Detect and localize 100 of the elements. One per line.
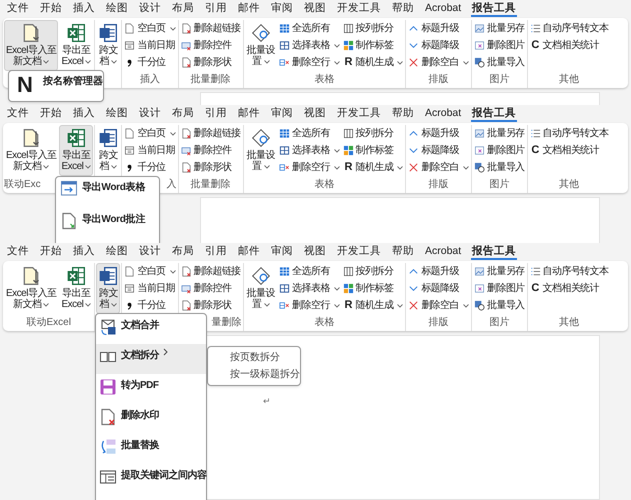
ribbon-button[interactable]: R 随机生成 [342,159,404,176]
ribbon-tab[interactable]: 引用 [204,1,228,17]
ribbon-button[interactable]: 删除空白 [407,297,470,314]
ribbon-button[interactable]: 空白页 [123,263,177,280]
submenu-item[interactable]: 按页数拆分 [208,349,280,366]
ribbon-button[interactable]: 删除形状 [180,159,242,176]
ribbon-button[interactable]: 选择表格 [278,37,341,54]
ribbon-button[interactable]: 制作标签 [342,280,404,297]
menu-item[interactable]: 文档合并 [96,314,206,344]
menu-item[interactable]: N 按名称管理器 [9,71,103,98]
ribbon-button[interactable]: 当前日期 [123,37,177,54]
ribbon-tab[interactable]: 开发工具 [336,244,382,260]
ribbon-tab[interactable]: 引用 [204,106,228,122]
ribbon-button[interactable]: 跨文 档 [96,263,120,314]
ribbon-tab[interactable]: 邮件 [237,106,261,122]
ribbon-button[interactable]: 标题降级 [407,37,470,54]
ribbon-tab[interactable]: 布局 [171,244,195,260]
ribbon-tab[interactable]: 开发工具 [336,106,382,122]
ribbon-button[interactable]: 标题降级 [407,280,470,297]
ribbon-button[interactable]: 批量设 置 [244,20,278,71]
ribbon-tab[interactable]: Acrobat [424,106,462,122]
ribbon-tab[interactable]: 帮助 [391,244,415,260]
ribbon-button[interactable]: 跨文 档 [96,20,120,71]
ribbon-tab[interactable]: 设计 [138,244,162,260]
ribbon-button[interactable]: 跨文 档 [96,125,120,176]
ribbon-tab[interactable]: 邮件 [237,244,261,260]
ribbon-button[interactable]: 标题升级 [407,263,470,280]
ribbon-button[interactable]: 删除形状 [180,54,242,71]
ribbon-button[interactable]: 删除超链接 [180,20,242,37]
ribbon-button[interactable]: 批量导入 [472,159,526,176]
menu-item[interactable]: 批量替换 [96,434,206,464]
ribbon-button[interactable]: 全选所有 [278,263,341,280]
menu-item[interactable]: 文档拆分 [96,344,206,374]
ribbon-button[interactable]: 删除超链接 [180,125,242,142]
ribbon-button[interactable]: 批量另存 [472,20,526,37]
ribbon-button[interactable]: 标题升级 [407,125,470,142]
ribbon-button[interactable]: 批量另存 [472,263,526,280]
ribbon-button[interactable]: Excel导入至 新文档 [4,125,58,176]
ribbon-button[interactable]: 当前日期 [123,142,177,159]
ribbon-tab[interactable]: 开始 [39,1,63,17]
ribbon-tab[interactable]: 开始 [39,106,63,122]
ribbon-button[interactable]: C 文档相关统计 [528,142,610,159]
ribbon-tab[interactable]: 审阅 [270,1,294,17]
ribbon-button[interactable]: R 随机生成 [342,54,404,71]
ribbon-button[interactable]: 批量设 置 [244,125,278,176]
ribbon-tab[interactable]: 布局 [171,1,195,17]
ribbon-button[interactable]: 删除空行 [278,159,341,176]
ribbon-button[interactable]: C 文档相关统计 [528,37,610,54]
ribbon-button[interactable]: 空白页 [123,125,177,142]
ribbon-button[interactable]: 当前日期 [123,280,177,297]
ribbon-button[interactable]: C 文档相关统计 [528,280,610,297]
ribbon-button[interactable]: 删除图片 [472,37,526,54]
ribbon-button[interactable]: 千分位 [123,297,177,314]
ribbon-button[interactable]: 标题降级 [407,142,470,159]
ribbon-button[interactable]: 空白页 [123,20,177,37]
ribbon-tab[interactable]: 引用 [204,244,228,260]
ribbon-button[interactable]: 删除图片 [472,142,526,159]
ribbon-button[interactable]: 全选所有 [278,20,341,37]
ribbon-tab[interactable]: 插入 [72,1,96,17]
ribbon-button[interactable]: 自动序号转文本 [528,125,610,142]
ribbon-button[interactable]: 千分位 [123,159,177,176]
ribbon-button[interactable]: 按列拆分 [342,263,404,280]
ribbon-button[interactable]: 删除控件 [180,280,242,297]
ribbon-button[interactable]: 全选所有 [278,125,341,142]
ribbon-tab[interactable]: 审阅 [270,244,294,260]
ribbon-button[interactable]: 制作标签 [342,142,404,159]
menu-item[interactable]: 导出Word批注 [56,212,159,243]
ribbon-button[interactable]: 导出至 Excel [59,263,94,314]
ribbon-button[interactable]: 选择表格 [278,142,341,159]
ribbon-tab[interactable]: Acrobat [424,1,462,17]
ribbon-button[interactable]: 标题升级 [407,20,470,37]
ribbon-button[interactable]: 按列拆分 [342,125,404,142]
ribbon-button[interactable]: 删除图片 [472,280,526,297]
ribbon-button[interactable]: 批量另存 [472,125,526,142]
menu-item[interactable]: 提取关键词之间内容 [96,464,206,494]
ribbon-button[interactable]: 删除空行 [278,54,341,71]
ribbon-button[interactable]: Excel导入至 新文档 [4,263,58,314]
ribbon-button[interactable]: 批量导入 [472,297,526,314]
ribbon-button[interactable]: R 随机生成 [342,297,404,314]
ribbon-button[interactable]: 删除控件 [180,142,242,159]
ribbon-button[interactable]: 删除空白 [407,159,470,176]
ribbon-tab[interactable]: 设计 [138,1,162,17]
ribbon-tab[interactable]: 绘图 [105,244,129,260]
ribbon-button[interactable]: 删除超链接 [180,263,242,280]
menu-item[interactable]: 转为PDF [96,374,206,404]
ribbon-tab[interactable]: 帮助 [391,1,415,17]
menu-item[interactable]: 删除水印 [96,404,206,434]
ribbon-button[interactable]: 按列拆分 [342,20,404,37]
ribbon-tab[interactable]: 开始 [39,244,63,260]
ribbon-button[interactable]: 自动序号转文本 [528,20,610,37]
ribbon-button[interactable]: 删除控件 [180,37,242,54]
ribbon-button[interactable]: 制作标签 [342,37,404,54]
ribbon-button[interactable]: 千分位 [123,54,177,71]
ribbon-tab[interactable]: 布局 [171,106,195,122]
ribbon-tab[interactable]: 帮助 [391,106,415,122]
ribbon-tab[interactable]: 邮件 [237,1,261,17]
ribbon-button[interactable]: 自动序号转文本 [528,263,610,280]
ribbon-button[interactable]: 删除空行 [278,297,341,314]
ribbon-button[interactable]: Excel导入至 新文档 [4,20,58,71]
ribbon-tab[interactable]: Acrobat [424,244,462,260]
